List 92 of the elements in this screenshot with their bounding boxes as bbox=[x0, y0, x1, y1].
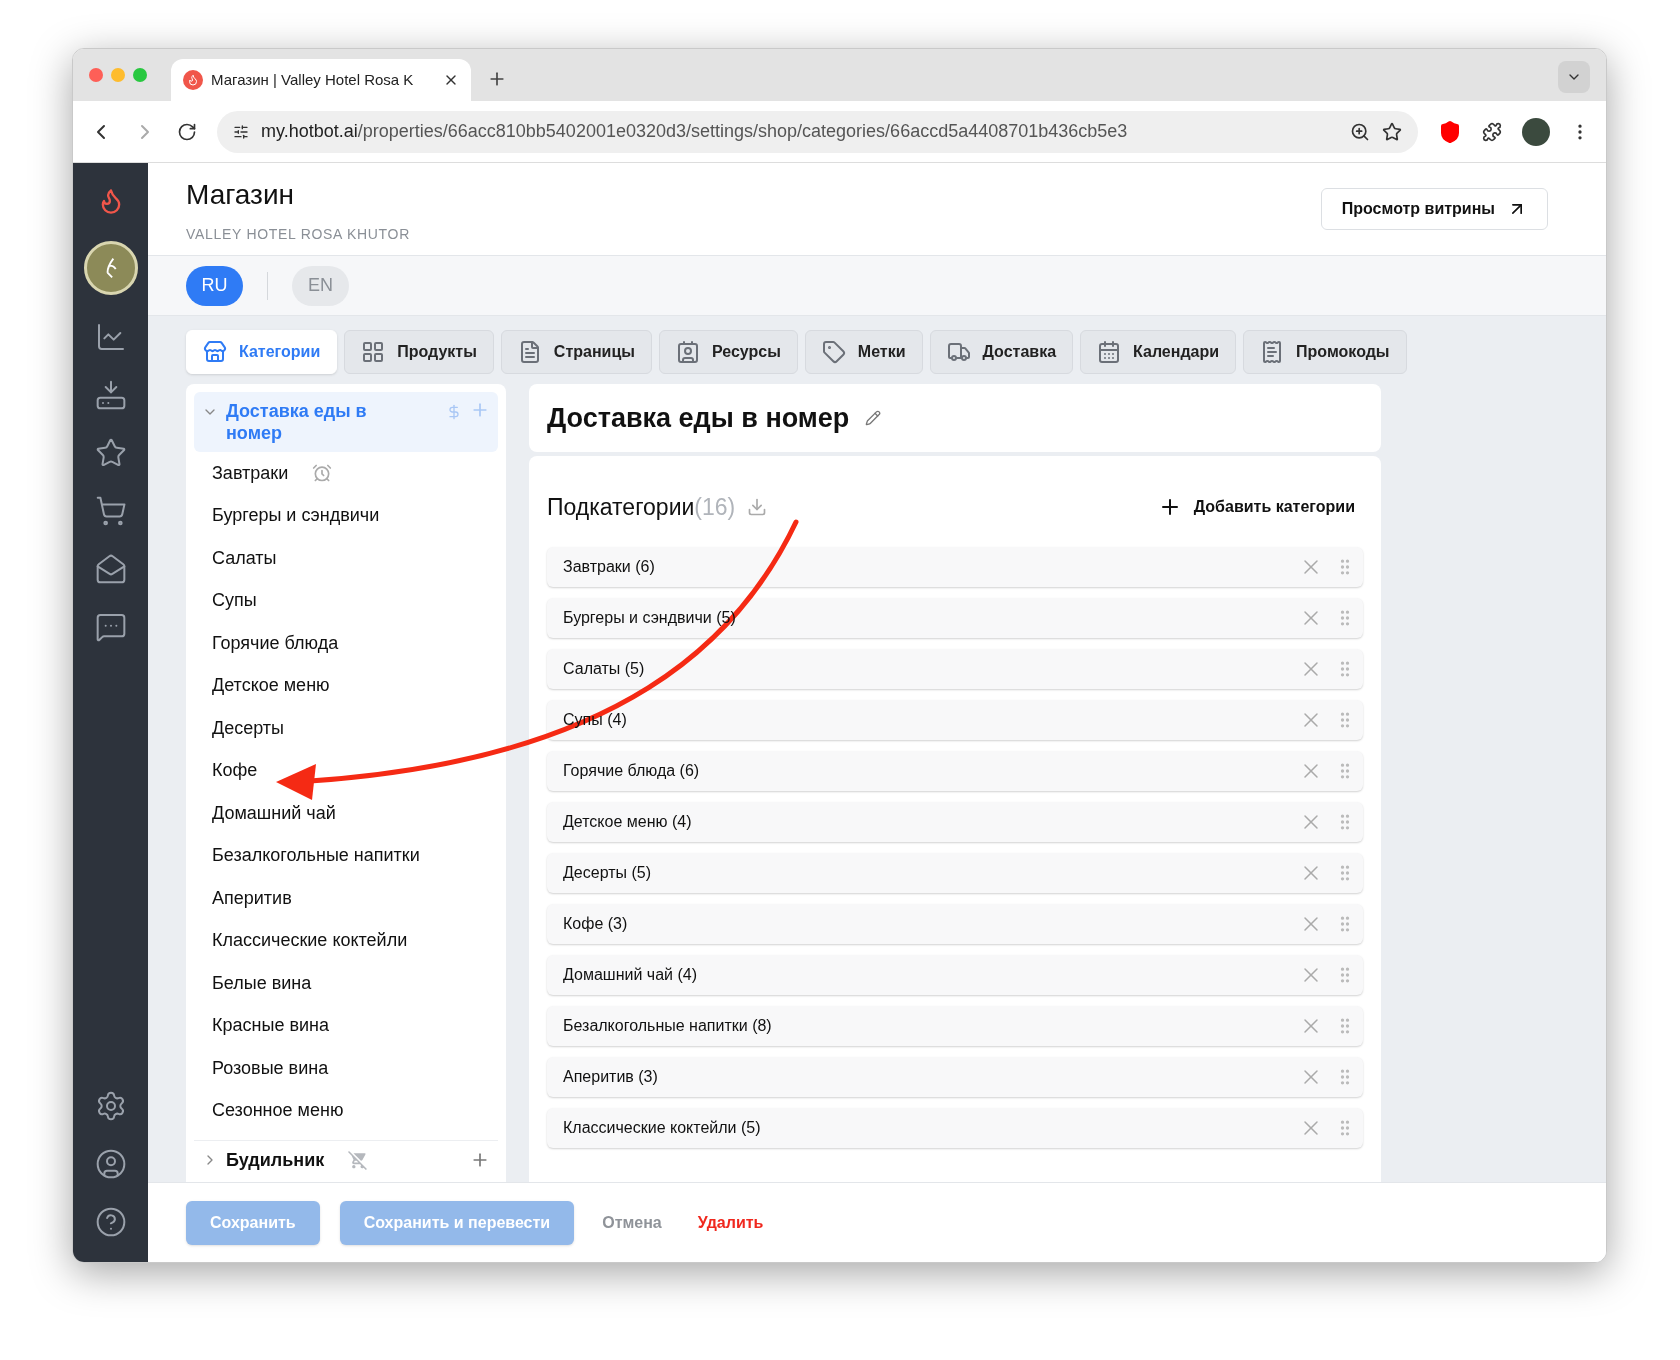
subcategory-row[interactable]: Классические коктейли (5) bbox=[547, 1107, 1363, 1148]
category-group-row[interactable]: Будильник bbox=[194, 1141, 498, 1179]
subcategory-row-label: Десерты (5) bbox=[563, 863, 651, 881]
add-categories-button[interactable]: Добавить категории bbox=[1157, 495, 1355, 520]
subcategory-row-label: Аперитив (3) bbox=[563, 1067, 658, 1085]
section-tab[interactable]: Страницы bbox=[500, 330, 652, 374]
category-group-row[interactable]: Доставка еды в номер bbox=[194, 392, 498, 452]
tab-list-button[interactable] bbox=[1558, 61, 1590, 93]
extension-shield-icon[interactable] bbox=[1438, 119, 1462, 144]
tag-icon bbox=[821, 340, 846, 364]
subcategory-row-label: Салаты (5) bbox=[563, 659, 645, 677]
subcategory-item[interactable]: Кофе bbox=[212, 757, 258, 785]
section-tab[interactable]: Ресурсы bbox=[658, 330, 798, 374]
subcategory-item[interactable]: Супы bbox=[212, 587, 257, 615]
subcategory-row[interactable]: Кофе (3) bbox=[547, 903, 1363, 944]
subcategory-item[interactable]: Бургеры и сэндвичи bbox=[212, 502, 380, 530]
subcategory-row[interactable]: Горячие блюда (6) bbox=[547, 750, 1363, 791]
subcategory-row-label: Безалкогольные напитки (8) bbox=[563, 1016, 772, 1034]
property-avatar[interactable] bbox=[83, 241, 138, 295]
truck-icon bbox=[946, 340, 971, 364]
section-tab[interactable]: Категории bbox=[186, 330, 338, 374]
site-settings-icon[interactable] bbox=[233, 123, 249, 140]
subcategory-item[interactable]: Розовые вина bbox=[212, 1054, 329, 1082]
subcategory-item[interactable]: Сезонное меню bbox=[212, 1097, 344, 1125]
inbox-download-icon[interactable] bbox=[94, 379, 127, 411]
subcategory-item[interactable]: Аперитив bbox=[212, 884, 292, 912]
page-title: Магазин bbox=[186, 177, 295, 212]
reload-icon[interactable] bbox=[177, 121, 197, 142]
extensions-icon[interactable] bbox=[1482, 121, 1502, 142]
subcategory-row[interactable]: Десерты (5) bbox=[547, 852, 1363, 893]
subcategory-row-label: Детское меню (4) bbox=[563, 812, 692, 830]
profile-avatar[interactable] bbox=[1522, 117, 1550, 146]
star-icon[interactable] bbox=[94, 437, 127, 469]
section-tab[interactable]: Промокоды bbox=[1243, 330, 1407, 374]
envelope-icon[interactable] bbox=[94, 553, 127, 585]
category-title: Доставка еды в номер bbox=[547, 401, 850, 435]
help-icon[interactable] bbox=[94, 1206, 127, 1238]
language-toggle[interactable]: RU bbox=[186, 265, 243, 306]
property-name: VALLEY HOTEL ROSA KHUTOR bbox=[186, 224, 412, 244]
subcategory-item[interactable]: Десерты bbox=[212, 714, 284, 742]
id-card-icon bbox=[675, 340, 700, 364]
subcategory-row[interactable]: Детское меню (4) bbox=[547, 801, 1363, 842]
subcategory-row[interactable]: Аперитив (3) bbox=[547, 1056, 1363, 1097]
cart-icon[interactable] bbox=[94, 495, 127, 527]
browser-tab[interactable]: Магазин | Valley Hotel Rosa K bbox=[171, 59, 471, 101]
section-tab[interactable]: Метки bbox=[804, 330, 923, 374]
close-window-icon[interactable] bbox=[89, 68, 103, 82]
subcategory-item[interactable]: Безалкогольные напитки bbox=[212, 842, 420, 870]
subcategory-row[interactable]: Завтраки (6) bbox=[547, 546, 1363, 587]
delete-button[interactable]: Удалить bbox=[689, 1210, 772, 1235]
subcategories-count: (16) bbox=[694, 493, 736, 522]
subcategory-item[interactable]: Домашний чай bbox=[212, 799, 336, 827]
subcategory-item[interactable]: Классические коктейли bbox=[212, 927, 408, 955]
category-group-label: Будильник bbox=[226, 1149, 325, 1171]
section-tab[interactable]: Доставка bbox=[929, 330, 1074, 374]
subcategory-row-label: Горячие блюда (6) bbox=[563, 761, 700, 779]
shop-icon bbox=[203, 340, 227, 364]
download-icon[interactable] bbox=[747, 497, 768, 518]
edit-pencil-icon[interactable] bbox=[865, 410, 882, 426]
chat-icon[interactable] bbox=[94, 611, 127, 643]
address-bar[interactable]: my.hotbot.ai/properties/66acc810bb5402001e0320d3/settings/shop/categories/66accd5a4408701b436cb5e3 bbox=[217, 110, 1418, 153]
minimize-window-icon[interactable] bbox=[111, 68, 125, 82]
subcategory-row-label: Классические коктейли (5) bbox=[563, 1118, 761, 1136]
subcategory-item[interactable]: Красные вина bbox=[212, 1012, 329, 1040]
subcategory-item[interactable]: Завтраки bbox=[212, 459, 289, 487]
url-text: my.hotbot.ai/properties/66acc810bb5402001e0320d3/settings/shop/categories/66accd5a4408701b436cb5e3 bbox=[261, 120, 1129, 143]
dollar-icon bbox=[446, 404, 462, 420]
subcategory-item[interactable]: Салаты bbox=[212, 544, 277, 572]
subcategory-row-label: Домашний чай (4) bbox=[563, 965, 697, 983]
storefront-button[interactable]: Просмотр витрины bbox=[1320, 188, 1548, 230]
calendar-icon bbox=[1097, 340, 1122, 364]
bookmark-star-icon[interactable] bbox=[1382, 121, 1402, 142]
alarm-clock-icon bbox=[312, 463, 333, 484]
cart-off-icon bbox=[348, 1150, 369, 1170]
subcategory-item[interactable]: Горячие блюда bbox=[212, 629, 339, 657]
maximize-window-icon[interactable] bbox=[133, 68, 147, 82]
subcategories-heading: Подкатегории bbox=[547, 493, 695, 522]
subcategory-row-label: Завтраки (6) bbox=[563, 557, 655, 575]
section-tab[interactable]: Продукты bbox=[344, 330, 494, 374]
user-icon[interactable] bbox=[94, 1148, 127, 1180]
subcategory-row[interactable]: Салаты (5) bbox=[547, 648, 1363, 689]
subcategory-row[interactable]: Безалкогольные напитки (8) bbox=[547, 1005, 1363, 1046]
zoom-icon[interactable] bbox=[1350, 121, 1370, 142]
category-group-label: Доставка еды в номер bbox=[226, 400, 368, 444]
subcategory-item[interactable]: Белые вина bbox=[212, 969, 312, 997]
section-tab[interactable]: Календари bbox=[1080, 330, 1237, 374]
favicon-icon bbox=[183, 70, 203, 90]
subcategory-item[interactable]: Детское меню bbox=[212, 672, 330, 700]
subcategory-row-label: Кофе (3) bbox=[563, 914, 628, 932]
grid-icon bbox=[361, 340, 386, 364]
tab-title: Магазин | Valley Hotel Rosa K bbox=[211, 69, 415, 90]
subcategory-row[interactable]: Домашний чай (4) bbox=[547, 954, 1363, 995]
